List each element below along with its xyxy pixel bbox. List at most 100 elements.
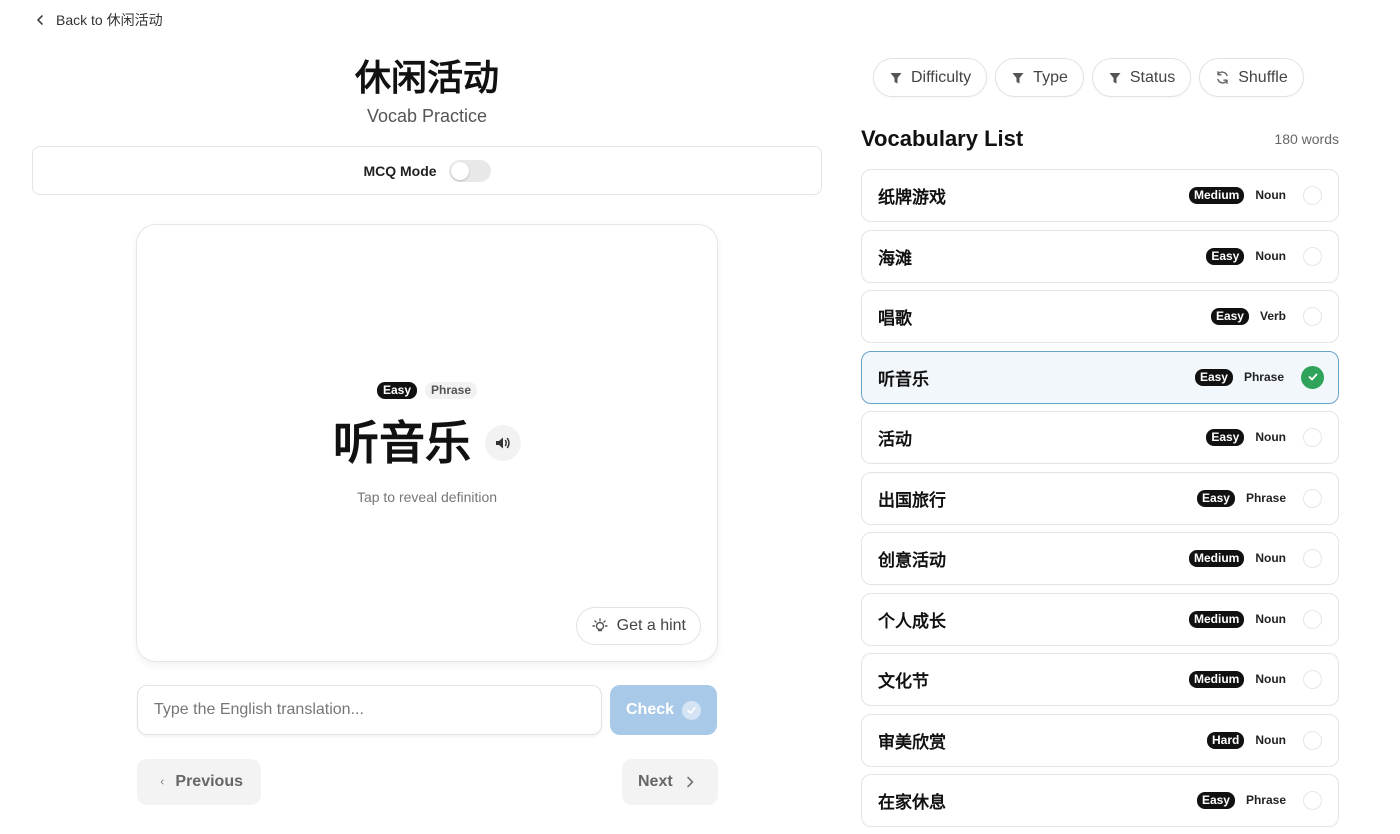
vocab-tags: Easy Phrase (1194, 368, 1289, 386)
vocab-item[interactable]: 活动 Easy Noun (861, 411, 1339, 464)
status-circle-icon[interactable] (1303, 730, 1322, 750)
type-badge: Noun (1250, 731, 1291, 749)
vocab-tags: Medium Noun (1189, 187, 1291, 204)
vocab-tags: Medium Noun (1189, 671, 1291, 688)
chevron-left-icon (160, 779, 164, 785)
vocab-item[interactable]: 唱歌 Easy Verb (861, 290, 1339, 343)
difficulty-badge: Medium (1189, 671, 1245, 688)
vocab-item[interactable]: 文化节 Medium Noun (861, 653, 1339, 706)
vocab-word: 纸牌游戏 (878, 188, 946, 207)
card-word-row: 听音乐 (137, 415, 717, 471)
title-block: 休闲活动 Vocab Practice (32, 56, 822, 127)
type-badge: Phrase (1243, 369, 1284, 384)
status-circle-icon[interactable] (1303, 186, 1322, 205)
difficulty-badge: Medium (1189, 187, 1245, 204)
vocab-item[interactable]: 创意活动 Medium Noun (861, 532, 1339, 585)
filter-bar: Difficulty Type Status Shuffle (873, 58, 1304, 97)
get-hint-label: Get a hint (616, 617, 686, 634)
vocab-word: 听音乐 (878, 369, 929, 389)
type-badge: Noun (1250, 671, 1291, 688)
status-circle-icon[interactable] (1303, 791, 1322, 810)
mcq-mode-toggle[interactable] (448, 159, 491, 182)
vocab-word: 个人成长 (878, 611, 946, 631)
reveal-definition-text: Tap to reveal definition (356, 489, 498, 505)
vocab-list-header: Vocabulary List 180 words (861, 126, 1339, 152)
type-badge: Noun (1250, 247, 1291, 265)
get-hint-button[interactable]: Get a hint (575, 607, 701, 645)
status-circle-icon[interactable] (1303, 549, 1322, 568)
vocab-word: 海滩 (878, 248, 912, 268)
vocab-item[interactable]: 个人成长 Medium Noun (861, 592, 1339, 646)
type-badge: Verb (1254, 308, 1291, 325)
word-count: 180 words (1274, 131, 1339, 147)
status-filter-button[interactable]: Status (1091, 58, 1192, 97)
back-link-label: Back to 休闲活动 (56, 12, 163, 28)
checkmark-circle-icon[interactable] (1301, 365, 1324, 389)
chevron-right-icon (686, 776, 693, 788)
vocab-word: 活动 (878, 430, 912, 449)
difficulty-badge: Easy (1196, 792, 1235, 809)
type-badge: Noun (1250, 429, 1291, 446)
type-badge: Phrase (1240, 792, 1291, 809)
difficulty-badge: Easy (1206, 247, 1245, 265)
card-difficulty-badge: Easy (376, 382, 417, 399)
difficulty-badge: Easy (1206, 429, 1245, 446)
type-badge: Phrase (1240, 489, 1291, 507)
shuffle-icon (1217, 71, 1228, 84)
check-button[interactable]: Check (610, 685, 717, 735)
translation-input[interactable] (137, 685, 602, 735)
check-circle-icon (682, 700, 702, 720)
status-circle-icon[interactable] (1303, 428, 1322, 447)
type-badge: Noun (1250, 550, 1291, 567)
status-circle-icon[interactable] (1303, 307, 1322, 326)
status-circle-icon[interactable] (1303, 670, 1322, 689)
type-filter-label: Type (1033, 68, 1068, 86)
shuffle-label: Shuffle (1238, 68, 1288, 86)
filter-icon (1012, 72, 1024, 83)
vocab-item[interactable]: 海滩 Easy Noun (861, 229, 1339, 283)
next-label: Next (638, 773, 673, 790)
difficulty-filter-button[interactable]: Difficulty (873, 58, 988, 97)
vocab-item[interactable]: 在家休息 Easy Phrase (861, 774, 1339, 827)
difficulty-badge: Medium (1189, 550, 1245, 567)
vocab-item[interactable]: 审美欣赏 Hard Noun (861, 713, 1339, 767)
chevron-left-icon (37, 15, 43, 25)
mcq-mode-label: MCQ Mode (363, 162, 437, 179)
difficulty-filter-label: Difficulty (911, 68, 972, 86)
vocab-tags: Easy Phrase (1196, 489, 1291, 507)
difficulty-badge: Easy (1194, 368, 1233, 386)
vocab-tags: Easy Noun (1206, 247, 1291, 265)
next-button[interactable]: Next (622, 759, 718, 805)
vocab-item[interactable]: 纸牌游戏 Medium Noun (861, 169, 1339, 222)
type-filter-button[interactable]: Type (995, 58, 1084, 97)
flashcard[interactable]: Easy Phrase 听音乐 Tap to reveal definition… (136, 224, 718, 662)
mode-bar: MCQ Mode (32, 146, 822, 195)
pronounce-button[interactable] (485, 425, 521, 461)
vocab-word: 在家休息 (878, 793, 946, 812)
previous-button[interactable]: Previous (137, 759, 261, 805)
status-circle-icon[interactable] (1303, 246, 1322, 266)
vocab-word: 文化节 (878, 672, 929, 691)
toggle-knob (450, 161, 469, 180)
vocab-tags: Hard Noun (1207, 731, 1291, 749)
status-circle-icon[interactable] (1303, 609, 1322, 629)
page-title: 休闲活动 (354, 57, 499, 98)
shuffle-button[interactable]: Shuffle (1199, 58, 1304, 97)
filter-icon (1109, 72, 1121, 83)
vocab-tags: Easy Noun (1206, 429, 1291, 446)
vocab-word: 创意活动 (878, 551, 946, 570)
lightbulb-icon (591, 618, 608, 632)
back-link[interactable]: Back to 休闲活动 (34, 10, 163, 30)
vocab-item[interactable]: 出国旅行 Easy Phrase (861, 471, 1339, 525)
card-tags: Easy Phrase (137, 382, 717, 399)
vocab-item-selected[interactable]: 听音乐 Easy Phrase (861, 350, 1339, 404)
page-subtitle: Vocab Practice (366, 106, 488, 126)
status-filter-label: Status (1129, 68, 1176, 86)
status-circle-icon[interactable] (1303, 488, 1322, 508)
card-word: 听音乐 (333, 417, 471, 469)
vocab-list-title: Vocabulary List (861, 126, 1024, 151)
vocab-list: 纸牌游戏 Medium Noun 海滩 Easy Noun 唱歌 Easy Ve… (861, 169, 1339, 834)
card-type-badge: Phrase (425, 382, 478, 399)
type-badge: Noun (1250, 187, 1291, 204)
filter-icon (890, 72, 902, 83)
